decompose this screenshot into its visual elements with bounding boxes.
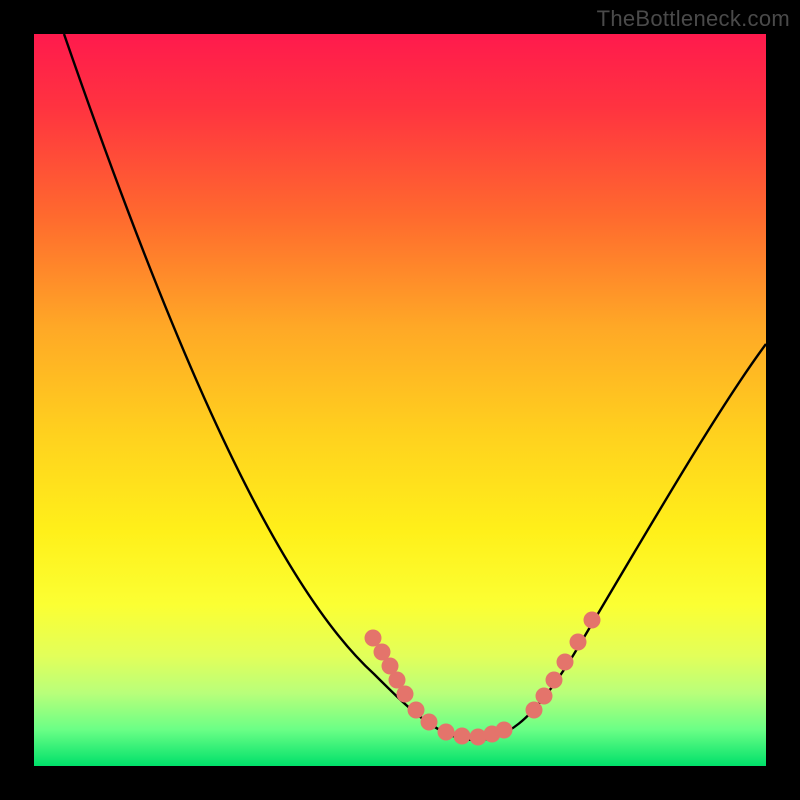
- valley-cluster-marker: [496, 722, 513, 739]
- right-cluster-marker: [584, 612, 601, 629]
- left-cluster-marker: [454, 728, 471, 745]
- watermark-text: TheBottleneck.com: [597, 6, 790, 32]
- right-cluster-marker: [557, 654, 574, 671]
- left-cluster-marker: [438, 724, 455, 741]
- right-cluster-marker: [536, 688, 553, 705]
- right-cluster-marker: [570, 634, 587, 651]
- chart-plot-area: [34, 34, 766, 766]
- left-cluster-marker: [421, 714, 438, 731]
- left-cluster-marker: [397, 686, 414, 703]
- right-cluster-marker: [526, 702, 543, 719]
- curve-path: [64, 34, 766, 740]
- bottleneck-curve: [34, 34, 766, 766]
- right-cluster-marker: [546, 672, 563, 689]
